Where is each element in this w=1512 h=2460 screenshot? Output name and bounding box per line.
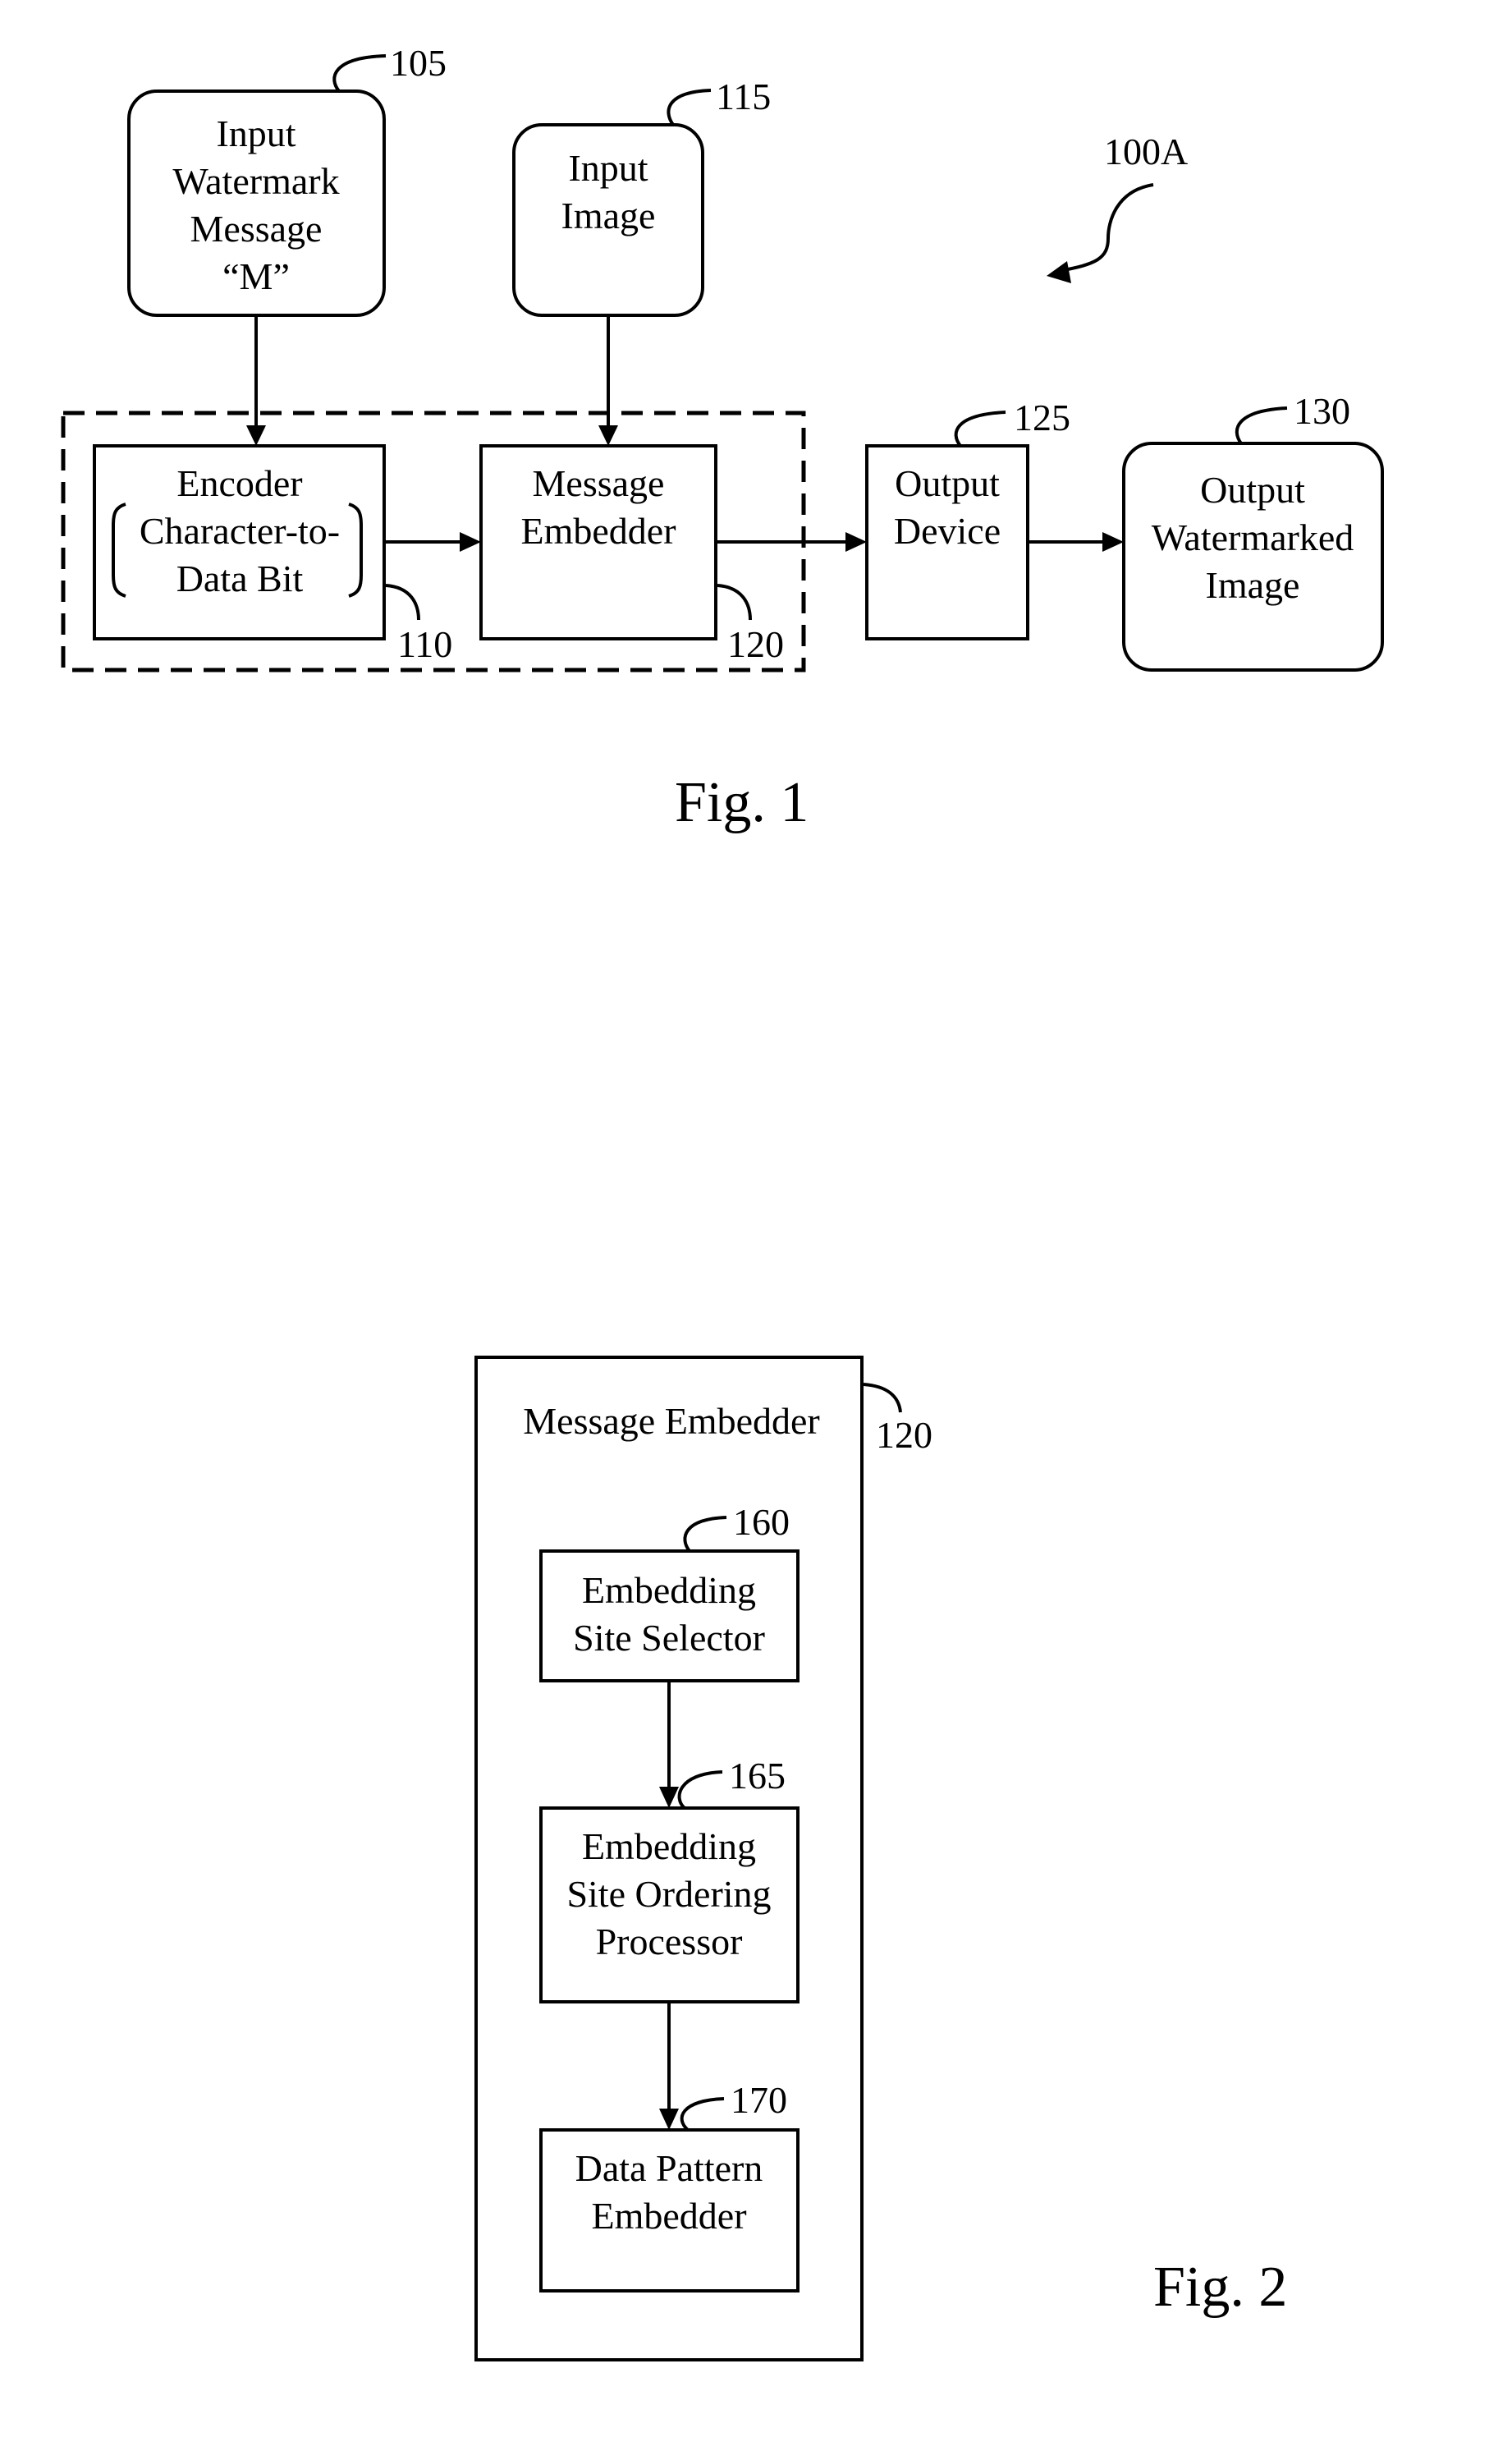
system-ref-arrowhead — [1047, 261, 1071, 283]
encoder-line-3: Data Bit — [176, 558, 304, 599]
output-image-line-1: Output — [1200, 469, 1305, 511]
ref-leader-120 — [717, 584, 752, 621]
encoder-line-1: Encoder — [176, 462, 302, 504]
input-image-line-1: Input — [568, 147, 648, 189]
ref-number-105: 105 — [390, 42, 447, 84]
site-selector-line-1: Embedding — [582, 1569, 756, 1611]
input-watermark-line-3: Message — [190, 208, 323, 250]
ref-number-130: 130 — [1294, 390, 1350, 432]
message-embedder-container-title: Message Embedder — [523, 1400, 820, 1442]
arrowhead-into-output-device — [845, 532, 867, 552]
block-input-image: Input Image 115 — [512, 76, 771, 317]
ref-number-115: 115 — [716, 76, 771, 117]
figure-2-caption: Fig. 2 — [1153, 2256, 1287, 2319]
ordering-processor-line-2: Site Ordering — [566, 1873, 771, 1915]
arrowhead-into-output-image — [1102, 532, 1124, 552]
ref-leader-110 — [385, 584, 420, 621]
ref-number-165: 165 — [729, 1755, 786, 1797]
output-image-line-2: Watermarked — [1152, 516, 1354, 558]
arrowhead-into-embedder — [598, 425, 618, 446]
patent-drawing-sheet: Input Watermark Message “M” 105 Input Im… — [61, 42, 1384, 2361]
figure-1-caption: Fig. 1 — [675, 771, 809, 834]
block-message-embedder: Message Embedder 120 — [479, 444, 784, 665]
ref-leader-120-fig2 — [863, 1383, 902, 1413]
message-embedder-line-1: Message — [533, 462, 665, 504]
input-watermark-line-1: Input — [216, 112, 296, 154]
input-watermark-line-2: Watermark — [172, 160, 339, 202]
ref-leader-105 — [332, 54, 387, 93]
ref-number-110: 110 — [397, 623, 452, 665]
pattern-embedder-line-2: Embedder — [591, 2195, 746, 2237]
message-embedder-line-2: Embedder — [520, 510, 676, 552]
block-encoder: Encoder Character-to- Data Bit 110 — [93, 444, 452, 665]
ref-leader-130 — [1235, 406, 1288, 445]
pattern-embedder-line-1: Data Pattern — [575, 2147, 763, 2189]
ordering-processor-line-3: Processor — [596, 1921, 743, 1962]
block-output-watermarked-image: Output Watermarked Image 130 — [1122, 390, 1384, 672]
ref-number-120: 120 — [727, 623, 784, 665]
arrowhead-encoder-to-embedder — [460, 532, 481, 552]
input-image-line-2: Image — [561, 195, 656, 236]
arrowhead-into-encoder — [246, 425, 266, 446]
input-watermark-line-4: “M” — [222, 255, 290, 297]
figure-2: Message Embedder 120 Embedding Site Sele… — [474, 1356, 1287, 2361]
block-output-device: Output Device 125 — [865, 397, 1070, 640]
encoder-line-2: Character-to- — [140, 510, 340, 552]
figure-1: Input Watermark Message “M” 105 Input Im… — [61, 42, 1384, 834]
ref-number-120-fig2: 120 — [876, 1414, 932, 1456]
ref-number-125: 125 — [1014, 397, 1070, 438]
ref-leader-125 — [954, 411, 1006, 447]
ref-number-160: 160 — [733, 1501, 790, 1543]
output-device-line-2: Device — [894, 510, 1001, 552]
ref-number-170: 170 — [731, 2079, 787, 2121]
system-ref-arrow-curve — [1058, 183, 1154, 273]
output-device-line-1: Output — [895, 462, 1000, 504]
system-reference-100A: 100A — [1047, 131, 1188, 283]
ref-number-100A: 100A — [1104, 131, 1188, 172]
ref-leader-115 — [667, 89, 712, 126]
site-selector-line-2: Site Selector — [573, 1617, 765, 1659]
ordering-processor-line-1: Embedding — [582, 1825, 756, 1867]
block-input-watermark-message: Input Watermark Message “M” 105 — [127, 42, 447, 317]
output-image-line-3: Image — [1206, 564, 1300, 606]
